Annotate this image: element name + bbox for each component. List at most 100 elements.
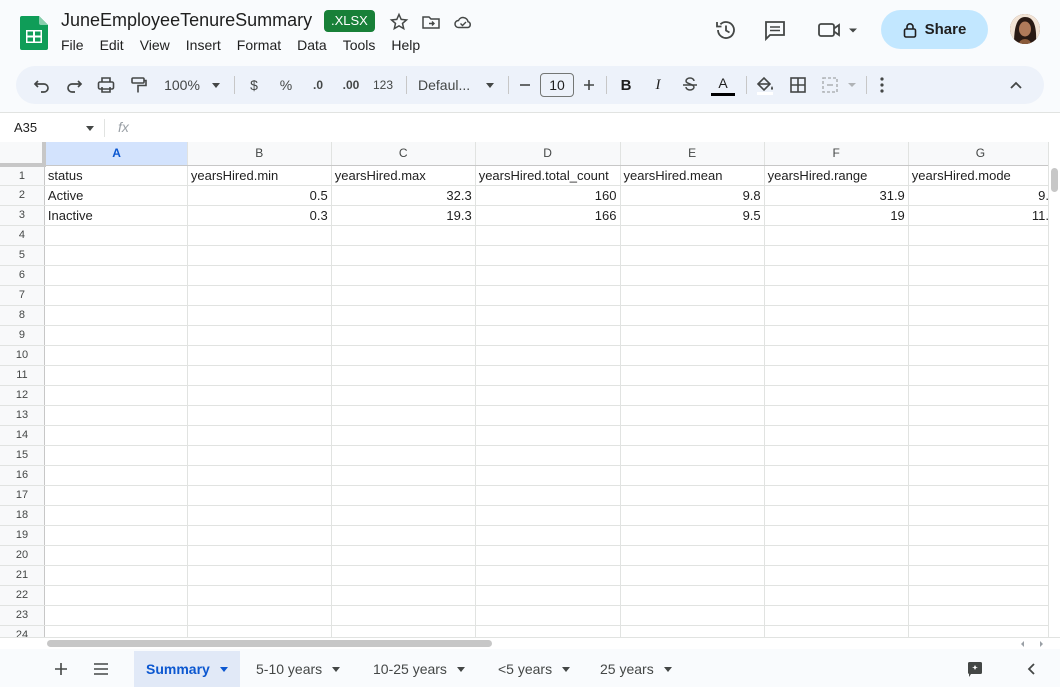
cell-c3[interactable]: 19.3 (331, 205, 476, 226)
column-header-b[interactable]: B (187, 142, 332, 166)
cell-d19[interactable] (475, 525, 621, 546)
menu-edit[interactable]: Edit (100, 37, 132, 53)
cell-e8[interactable] (620, 305, 765, 326)
cell-g7[interactable] (908, 285, 1054, 306)
comments-icon[interactable] (763, 18, 787, 42)
row-header[interactable]: 14 (0, 425, 45, 446)
cell-c12[interactable] (331, 385, 476, 406)
cell-d5[interactable] (475, 245, 621, 266)
cell-d4[interactable] (475, 225, 621, 246)
cell-b13[interactable] (187, 405, 332, 426)
sheets-logo-icon[interactable] (20, 16, 48, 50)
menu-data[interactable]: Data (297, 37, 335, 53)
text-color-button[interactable]: A (710, 72, 736, 98)
row-header[interactable]: 6 (0, 265, 45, 286)
cloud-status-icon[interactable] (453, 12, 473, 32)
cell-c23[interactable] (331, 605, 476, 626)
menu-view[interactable]: View (140, 37, 178, 53)
cell-a19[interactable] (44, 525, 188, 546)
cell-f11[interactable] (764, 365, 909, 386)
cell-b14[interactable] (187, 425, 332, 446)
row-header[interactable]: 19 (0, 525, 45, 546)
cell-a13[interactable] (44, 405, 188, 426)
percent-format-button[interactable]: % (278, 75, 294, 95)
row-header[interactable]: 16 (0, 465, 45, 486)
merge-cells-icon[interactable] (820, 75, 860, 95)
version-history-icon[interactable] (714, 18, 738, 42)
cell-f15[interactable] (764, 445, 909, 466)
borders-icon[interactable] (788, 75, 808, 95)
cell-g8[interactable] (908, 305, 1054, 326)
cell-a2[interactable]: Active (44, 185, 188, 206)
cell-d24[interactable] (475, 625, 621, 637)
currency-format-button[interactable]: $ (246, 75, 262, 95)
row-header[interactable]: 24 (0, 625, 45, 637)
print-icon[interactable] (96, 75, 116, 95)
cell-b23[interactable] (187, 605, 332, 626)
cell-d18[interactable] (475, 505, 621, 526)
row-header[interactable]: 2 (0, 185, 45, 206)
cell-c17[interactable] (331, 485, 476, 506)
cell-e22[interactable] (620, 585, 765, 606)
share-button[interactable]: Share (881, 10, 988, 49)
cell-c21[interactable] (331, 565, 476, 586)
row-header[interactable]: 12 (0, 385, 45, 406)
move-to-folder-icon[interactable] (421, 12, 441, 32)
cell-e24[interactable] (620, 625, 765, 637)
cell-c11[interactable] (331, 365, 476, 386)
cell-d2[interactable]: 160 (475, 185, 621, 206)
column-header-f[interactable]: F (764, 142, 909, 166)
cell-a9[interactable] (44, 325, 188, 346)
cell-b11[interactable] (187, 365, 332, 386)
row-header[interactable]: 15 (0, 445, 45, 466)
cell-d3[interactable]: 166 (475, 205, 621, 226)
zoom-select[interactable]: 100% (162, 75, 202, 95)
cell-d11[interactable] (475, 365, 621, 386)
cell-f5[interactable] (764, 245, 909, 266)
cell-b12[interactable] (187, 385, 332, 406)
cell-a18[interactable] (44, 505, 188, 526)
cell-c2[interactable]: 32.3 (331, 185, 476, 206)
cell-b18[interactable] (187, 505, 332, 526)
cell-a6[interactable] (44, 265, 188, 286)
cell-g1[interactable]: yearsHired.mode (908, 165, 1054, 186)
sheet-tab-25-years[interactable]: 25 years (588, 651, 684, 687)
cell-b16[interactable] (187, 465, 332, 486)
cell-f17[interactable] (764, 485, 909, 506)
row-header[interactable]: 10 (0, 345, 45, 366)
cell-g12[interactable] (908, 385, 1054, 406)
cell-a21[interactable] (44, 565, 188, 586)
scroll-left-icon[interactable] (1019, 640, 1027, 648)
cell-d1[interactable]: yearsHired.total_count (475, 165, 621, 186)
cell-a20[interactable] (44, 545, 188, 566)
cell-e3[interactable]: 9.5 (620, 205, 765, 226)
select-all-corner[interactable] (0, 142, 47, 167)
cell-a8[interactable] (44, 305, 188, 326)
cell-c18[interactable] (331, 505, 476, 526)
cell-g19[interactable] (908, 525, 1054, 546)
cell-f14[interactable] (764, 425, 909, 446)
explore-icon[interactable] (966, 661, 984, 677)
cell-f4[interactable] (764, 225, 909, 246)
row-header[interactable]: 18 (0, 505, 45, 526)
cell-a14[interactable] (44, 425, 188, 446)
cell-g13[interactable] (908, 405, 1054, 426)
collapse-toolbar-icon[interactable] (1006, 75, 1026, 95)
cell-c7[interactable] (331, 285, 476, 306)
italic-button[interactable]: I (650, 75, 666, 95)
cell-d13[interactable] (475, 405, 621, 426)
font-family-select[interactable]: Defaul... (418, 75, 478, 95)
cell-e6[interactable] (620, 265, 765, 286)
sheet-tab-10-25-years[interactable]: 10-25 years (361, 651, 477, 687)
cell-a22[interactable] (44, 585, 188, 606)
sheet-menu-icon[interactable] (332, 666, 341, 672)
file-type-badge[interactable]: .XLSX (324, 10, 375, 32)
redo-icon[interactable] (64, 75, 84, 95)
cell-a23[interactable] (44, 605, 188, 626)
cell-g4[interactable] (908, 225, 1054, 246)
cell-d14[interactable] (475, 425, 621, 446)
cell-e15[interactable] (620, 445, 765, 466)
cell-d10[interactable] (475, 345, 621, 366)
menu-file[interactable]: File (61, 37, 92, 53)
cell-e23[interactable] (620, 605, 765, 626)
